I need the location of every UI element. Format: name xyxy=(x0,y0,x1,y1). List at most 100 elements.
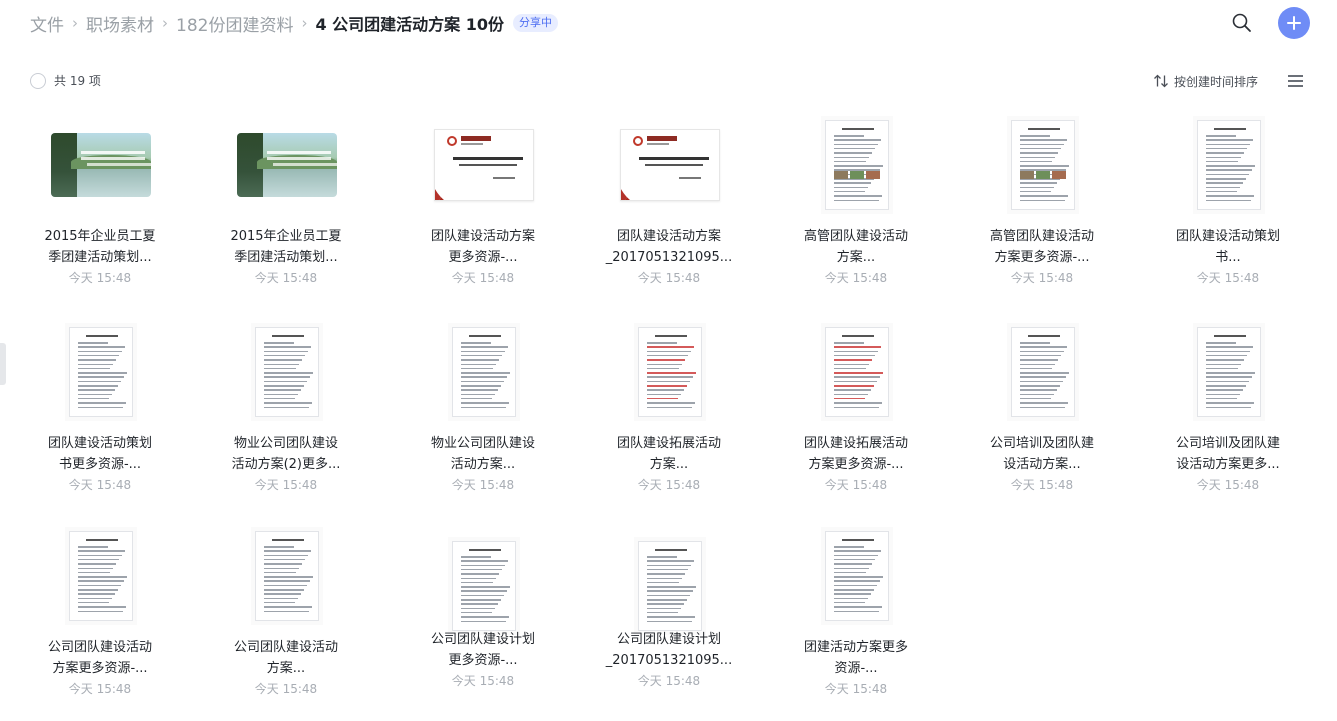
file-modified-time: 今天 15:48 xyxy=(824,682,888,696)
file-item[interactable]: 公司培训及团队建 设活动方案更多... 今天 15:48 xyxy=(1143,327,1313,517)
file-item[interactable]: 团队建设活动策划 书... 今天 15:48 xyxy=(1143,120,1313,310)
file-thumbnail xyxy=(992,327,1094,417)
file-name: 团队建设活动方案 更多资源-... xyxy=(398,226,568,268)
file-modified-time: 今天 15:48 xyxy=(254,478,318,492)
file-name: 公司团队建设活动 方案更多资源-... xyxy=(15,637,185,679)
document-thumbnail xyxy=(638,541,702,631)
file-thumbnail xyxy=(236,531,338,621)
file-name-line1: 团队建设拓展活动 xyxy=(616,436,721,451)
file-modified-time: 今天 15:48 xyxy=(451,674,515,688)
file-modified-time: 今天 15:48 xyxy=(68,682,132,696)
file-name-line2: _2017051321095... xyxy=(605,653,733,668)
file-name-line2: 更多资源-... xyxy=(448,653,518,668)
file-name: 团队建设活动策划 书更多资源-... xyxy=(15,433,185,475)
file-item[interactable]: 物业公司团队建设 活动方案(2)更多... 今天 15:48 xyxy=(201,327,371,517)
file-item[interactable]: 团队建设拓展活动 方案更多资源-... 今天 15:48 xyxy=(771,327,941,517)
file-name-line1: 团队建设活动策划 xyxy=(1175,229,1280,244)
file-item[interactable]: 公司团队建设计划 _2017051321095... 今天 15:48 xyxy=(584,531,754,721)
file-name-line1: 公司培训及团队建 xyxy=(1175,436,1280,451)
file-name: 团建活动方案更多 资源-... xyxy=(771,637,941,679)
file-name-line1: 团队建设活动方案 xyxy=(430,229,535,244)
file-name-line1: 2015年企业员工夏 xyxy=(230,229,342,244)
file-grid: 2015年企业员工夏 季团建活动策划... 今天 15:48 2015年企业员工夏 季团… xyxy=(0,0,1337,721)
file-name-line2: 活动方案... xyxy=(450,457,516,472)
file-thumbnail xyxy=(806,120,908,210)
file-name-line1: 团队建设活动策划 xyxy=(47,436,152,451)
file-name-line2: 活动方案(2)更多... xyxy=(231,457,341,472)
file-thumbnail xyxy=(806,531,908,621)
file-modified-time: 今天 15:48 xyxy=(637,478,701,492)
file-name-line2: 方案更多资源-... xyxy=(52,661,148,676)
file-thumbnail xyxy=(806,327,908,417)
file-modified-time: 今天 15:48 xyxy=(824,478,888,492)
file-name-line1: 公司团队建设计划 xyxy=(616,632,721,647)
file-item[interactable]: 高管团队建设活动 方案... 今天 15:48 xyxy=(771,120,941,310)
document-thumbnail xyxy=(69,327,133,417)
document-thumbnail xyxy=(1011,120,1075,210)
file-name: 团队建设活动策划 书... xyxy=(1143,226,1313,268)
file-thumbnail xyxy=(619,327,721,417)
file-thumbnail xyxy=(433,327,535,417)
file-name-line1: 物业公司团队建设 xyxy=(233,436,338,451)
file-thumbnail xyxy=(992,120,1094,210)
file-thumbnail xyxy=(433,120,535,210)
file-thumbnail xyxy=(236,120,338,210)
file-name-line1: 2015年企业员工夏 xyxy=(44,229,156,244)
file-name: 高管团队建设活动 方案... xyxy=(771,226,941,268)
file-modified-time: 今天 15:48 xyxy=(637,271,701,285)
file-thumbnail xyxy=(619,541,721,631)
file-item[interactable]: 2015年企业员工夏 季团建活动策划... 今天 15:48 xyxy=(15,120,185,310)
file-item[interactable]: 公司团队建设活动 方案... 今天 15:48 xyxy=(201,531,371,721)
file-item[interactable]: 2015年企业员工夏 季团建活动策划... 今天 15:48 xyxy=(201,120,371,310)
file-item[interactable]: 团队建设活动策划 书更多资源-... 今天 15:48 xyxy=(15,327,185,517)
document-thumbnail xyxy=(1011,327,1075,417)
file-name-line2: 书... xyxy=(1215,250,1241,265)
document-thumbnail xyxy=(452,327,516,417)
file-item[interactable]: 公司团队建设活动 方案更多资源-... 今天 15:48 xyxy=(15,531,185,721)
file-item[interactable]: 公司培训及团队建 设活动方案... 今天 15:48 xyxy=(957,327,1127,517)
file-modified-time: 今天 15:48 xyxy=(254,271,318,285)
file-item[interactable]: 团队建设拓展活动 方案... 今天 15:48 xyxy=(584,327,754,517)
file-item[interactable]: 物业公司团队建设 活动方案... 今天 15:48 xyxy=(398,327,568,517)
file-name-line2: 方案... xyxy=(649,457,689,472)
file-modified-time: 今天 15:48 xyxy=(68,271,132,285)
slide-thumbnail xyxy=(434,129,534,201)
file-name-line1: 团队建设活动方案 xyxy=(616,229,721,244)
file-modified-time: 今天 15:48 xyxy=(637,674,701,688)
file-thumbnail xyxy=(433,541,535,631)
file-name: 公司培训及团队建 设活动方案更多... xyxy=(1143,433,1313,475)
file-thumbnail xyxy=(236,327,338,417)
file-name-line2: 方案... xyxy=(266,661,306,676)
file-name-line2: 资源-... xyxy=(834,661,878,676)
file-name-line2: 方案... xyxy=(836,250,876,265)
file-item[interactable]: 团建活动方案更多 资源-... 今天 15:48 xyxy=(771,531,941,721)
file-name: 公司团队建设活动 方案... xyxy=(201,637,371,679)
file-name-line1: 公司团队建设活动 xyxy=(233,640,338,655)
document-thumbnail xyxy=(255,327,319,417)
file-thumbnail xyxy=(50,120,152,210)
file-name-line1: 公司团队建设计划 xyxy=(430,632,535,647)
document-thumbnail xyxy=(825,327,889,417)
file-thumbnail xyxy=(1178,120,1280,210)
file-name: 高管团队建设活动 方案更多资源-... xyxy=(957,226,1127,268)
file-name-line1: 物业公司团队建设 xyxy=(430,436,535,451)
document-thumbnail xyxy=(69,531,133,621)
file-item[interactable]: 高管团队建设活动 方案更多资源-... 今天 15:48 xyxy=(957,120,1127,310)
file-name: 物业公司团队建设 活动方案... xyxy=(398,433,568,475)
file-name: 团队建设拓展活动 方案... xyxy=(584,433,754,475)
file-name: 公司团队建设计划 更多资源-... xyxy=(398,629,568,671)
file-name: 2015年企业员工夏 季团建活动策划... xyxy=(15,226,185,268)
document-thumbnail xyxy=(825,120,889,210)
file-thumbnail xyxy=(619,120,721,210)
file-name-line1: 团建活动方案更多 xyxy=(803,640,908,655)
slide-thumbnail xyxy=(620,129,720,201)
file-item[interactable]: 团队建设活动方案 _2017051321095... 今天 15:48 xyxy=(584,120,754,310)
file-name: 公司团队建设计划 _2017051321095... xyxy=(584,629,754,671)
file-item[interactable]: 公司团队建设计划 更多资源-... 今天 15:48 xyxy=(398,531,568,721)
document-thumbnail xyxy=(255,531,319,621)
document-thumbnail xyxy=(452,541,516,631)
file-name: 物业公司团队建设 活动方案(2)更多... xyxy=(201,433,371,475)
file-item[interactable]: 团队建设活动方案 更多资源-... 今天 15:48 xyxy=(398,120,568,310)
document-thumbnail xyxy=(1197,327,1261,417)
file-modified-time: 今天 15:48 xyxy=(1010,271,1074,285)
